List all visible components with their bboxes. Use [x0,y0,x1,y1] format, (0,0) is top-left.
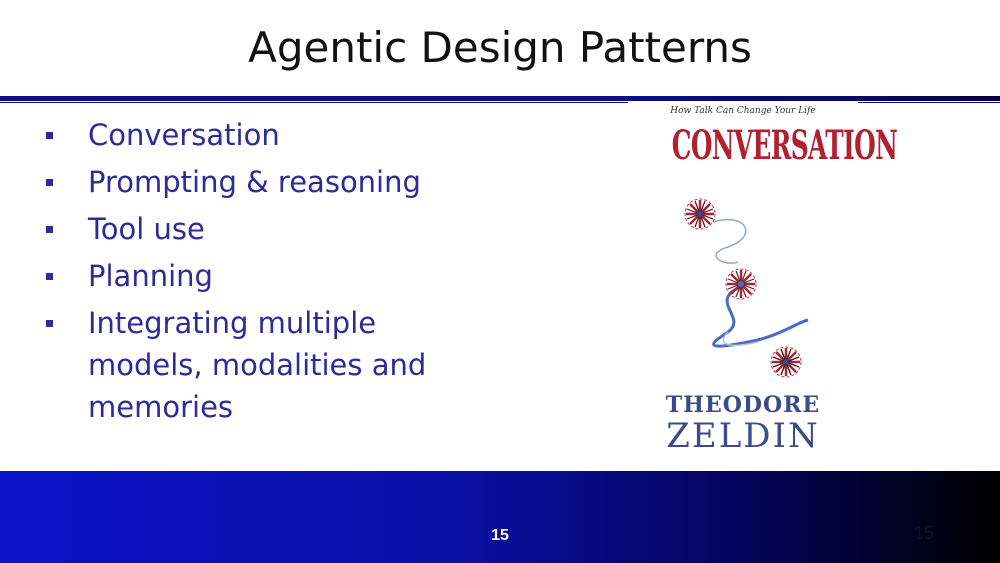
bullet-marker [46,179,53,186]
bullet-text: Integrating multiple models, modalities … [88,306,427,424]
pinwheel-icon [684,198,716,230]
page-number: 15 [491,527,509,544]
bullet-marker [46,226,53,233]
corner-page-number: 15 [914,523,935,543]
bullet-item: Tool use [40,208,460,250]
bullet-text: Tool use [88,212,205,246]
book-author-last: ZELDIN [666,416,820,456]
bullet-text: Planning [88,259,213,293]
book-title: CONVERSATION [671,122,898,169]
bullet-marker [46,132,53,139]
bullet-text: Prompting & reasoning [88,165,421,199]
bullet-item: Prompting & reasoning [40,161,460,203]
pinwheel-icon [725,268,757,300]
bullet-marker [46,273,53,280]
slide-title: Agentic Design Patterns [248,23,752,72]
book-cover-image: How Talk Can Change Your Life CONVERSATI… [628,102,898,462]
pinwheel-icon [770,346,802,378]
footer-bar: 15 15 [0,471,1000,563]
pinwheel-illustration [684,198,809,378]
title-divider [0,96,1000,101]
bullet-item: Conversation [40,114,460,156]
bullet-marker [46,320,53,327]
bullet-item: Planning [40,255,460,297]
bullet-text: Conversation [88,118,280,152]
book-tagline: How Talk Can Change Your Life [670,106,816,116]
book-author-first: THEODORE [665,392,821,418]
bullet-item: Integrating multiple models, modalities … [40,302,460,428]
bullet-list: Conversation Prompting & reasoning Tool … [40,114,460,433]
